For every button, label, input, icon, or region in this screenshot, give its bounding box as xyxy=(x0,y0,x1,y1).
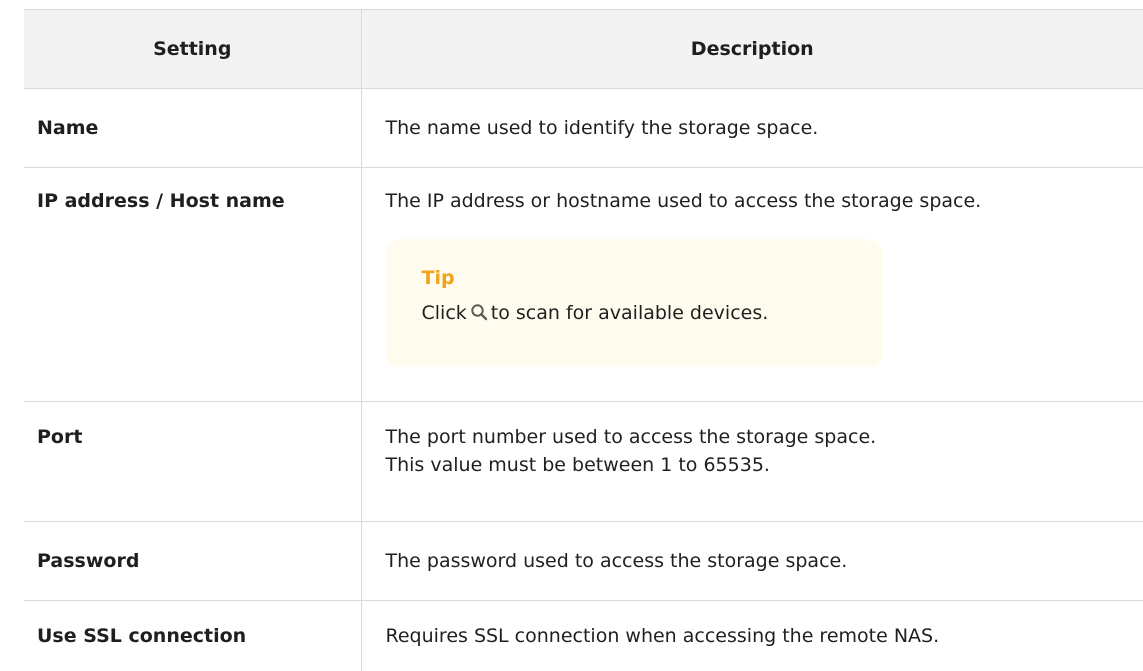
description-port-cell: The port number used to access the stora… xyxy=(361,402,1143,522)
search-icon xyxy=(470,301,488,319)
header-setting: Setting xyxy=(24,10,361,89)
header-description: Description xyxy=(361,10,1143,89)
description-port-line1: The port number used to access the stora… xyxy=(386,423,1143,451)
description-ip-address-cell: The IP address or hostname used to acces… xyxy=(361,168,1143,402)
description-name: The name used to identify the storage sp… xyxy=(361,89,1143,168)
tip-text-before: Click xyxy=(422,302,467,324)
description-ip-address: The IP address or hostname used to acces… xyxy=(386,168,1143,215)
settings-table: Setting Description Name The name used t… xyxy=(24,9,1143,671)
tip-title: Tip xyxy=(422,264,883,292)
setting-name: Name xyxy=(24,89,361,168)
table-row: Use SSL connection Requires SSL connecti… xyxy=(24,601,1143,671)
description-port-line2: This value must be between 1 to 65535. xyxy=(386,451,1143,479)
settings-table-container: Setting Description Name The name used t… xyxy=(24,9,1143,671)
setting-port: Port xyxy=(24,402,361,522)
table-row: Password The password used to access the… xyxy=(24,522,1143,601)
tip-box: Tip Click to scan for available devices. xyxy=(386,239,883,367)
description-password: The password used to access the storage … xyxy=(361,522,1143,601)
tip-text-after: to scan for available devices. xyxy=(491,302,769,324)
setting-password: Password xyxy=(24,522,361,601)
setting-ip-address: IP address / Host name xyxy=(24,168,361,402)
table-row: Port The port number used to access the … xyxy=(24,402,1143,522)
tip-text: Click to scan for available devices. xyxy=(422,299,883,327)
table-row: IP address / Host name The IP address or… xyxy=(24,168,1143,402)
table-row: Name The name used to identify the stora… xyxy=(24,89,1143,168)
setting-ssl: Use SSL connection xyxy=(24,601,361,671)
table-header-row: Setting Description xyxy=(24,10,1143,89)
description-ssl: Requires SSL connection when accessing t… xyxy=(361,601,1143,671)
